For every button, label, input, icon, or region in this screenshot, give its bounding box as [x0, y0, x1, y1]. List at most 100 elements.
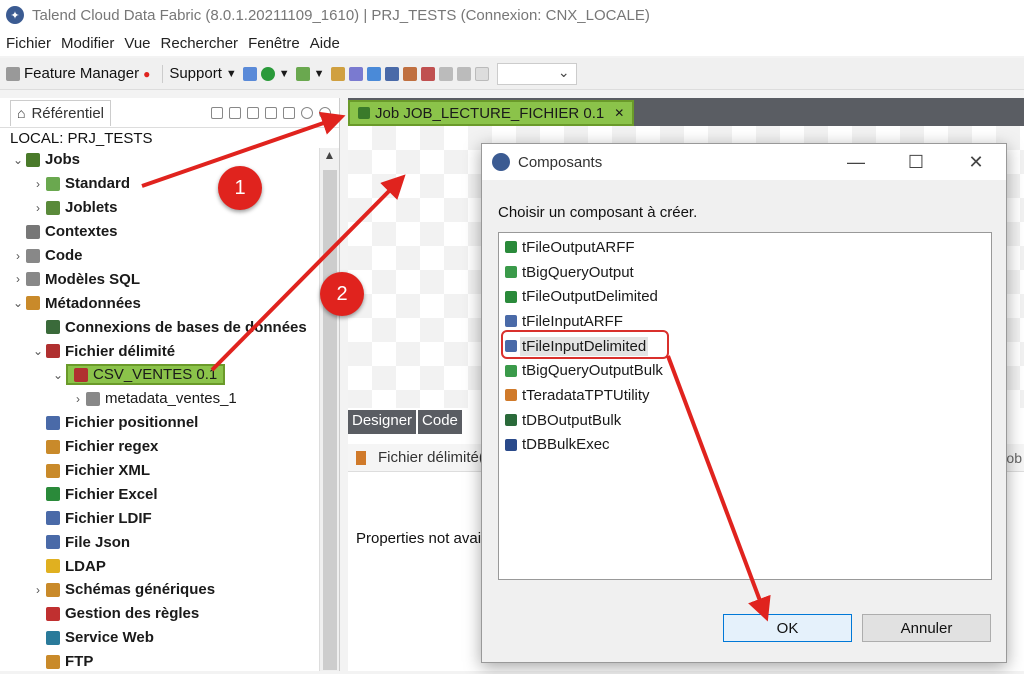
- ldap-icon: [46, 559, 60, 574]
- chevron-right-icon[interactable]: ›: [10, 272, 26, 286]
- minimize-icon[interactable]: —: [826, 152, 886, 173]
- tree-node[interactable]: › Modèles SQL: [0, 267, 318, 291]
- link-icon[interactable]: [229, 106, 241, 119]
- tree-node[interactable]: › Code: [0, 244, 318, 268]
- chevron-right-icon[interactable]: ›: [10, 249, 26, 263]
- chart-icon[interactable]: [366, 66, 381, 81]
- tree-node-label: Connexions de bases de données: [65, 318, 307, 336]
- ok-button[interactable]: OK: [723, 614, 852, 642]
- list-item[interactable]: tDBBulkExec: [499, 433, 991, 458]
- menu-fenetre[interactable]: Fenêtre: [248, 35, 300, 52]
- tree-node[interactable]: › metadata_ventes_1: [0, 387, 318, 411]
- minimize-icon[interactable]: [301, 106, 313, 119]
- tree-node-content: Service Web: [46, 629, 154, 646]
- tree-node-content: Jobs: [26, 151, 80, 168]
- repository-tab[interactable]: ⌂ Référentiel: [10, 99, 112, 126]
- chevron-down-icon[interactable]: ⌄: [10, 153, 26, 167]
- list-item[interactable]: tFileOutputARFF: [499, 235, 991, 260]
- menu-icon[interactable]: [283, 106, 295, 119]
- chevron-down-icon[interactable]: ▼: [314, 68, 325, 80]
- chevron-down-icon[interactable]: ⌄: [50, 368, 66, 382]
- menu-fichier[interactable]: Fichier: [6, 35, 51, 52]
- file-xml-icon: [46, 463, 60, 478]
- save-icon[interactable]: [6, 66, 20, 81]
- chevron-right-icon[interactable]: ›: [30, 583, 46, 597]
- page-icon[interactable]: [474, 66, 489, 81]
- import-icon[interactable]: [402, 66, 417, 81]
- maximize-icon[interactable]: [319, 106, 331, 119]
- list-item[interactable]: tBigQueryOutputBulk: [499, 358, 991, 383]
- export-icon[interactable]: [384, 66, 399, 81]
- list-item[interactable]: tFileOutputDelimited: [499, 284, 991, 309]
- tree-node-content: Modèles SQL: [26, 271, 140, 288]
- menu-rechercher[interactable]: Rechercher: [161, 35, 239, 52]
- tree-node[interactable]: Fichier LDIF: [0, 506, 318, 530]
- collapse-icon[interactable]: [211, 106, 223, 119]
- tree-node[interactable]: Fichier regex: [0, 435, 318, 459]
- tree-node-content: Fichier Excel: [46, 486, 158, 503]
- job-icon[interactable]: [295, 66, 310, 81]
- tree-node[interactable]: File Json: [0, 530, 318, 554]
- repository-tree: ⌄ Jobs › Standard › Joblets Contextes › Code › Mod…: [0, 148, 318, 674]
- tree-node[interactable]: ⌄ Fichier délimité: [0, 339, 318, 363]
- undo-icon[interactable]: [438, 66, 453, 81]
- chevron-right-icon[interactable]: ›: [30, 177, 46, 191]
- chevron-right-icon[interactable]: ›: [70, 392, 86, 406]
- tree-node[interactable]: ⌄ Jobs: [0, 148, 318, 172]
- zoom-combo[interactable]: [496, 62, 577, 85]
- filter-icon[interactable]: [420, 66, 435, 81]
- list-item[interactable]: tBigQueryOutput: [499, 260, 991, 285]
- maximize-icon[interactable]: ☐: [886, 152, 946, 173]
- search-icon[interactable]: [242, 66, 257, 81]
- feature-manager-button[interactable]: Feature Manager: [24, 65, 139, 82]
- support-button[interactable]: Support: [169, 65, 222, 82]
- tree-node[interactable]: › Schémas génériques: [0, 578, 318, 602]
- edit-icon[interactable]: [330, 66, 345, 81]
- menu-aide[interactable]: Aide: [310, 35, 340, 52]
- list-item[interactable]: tDBOutputBulk: [499, 408, 991, 433]
- close-icon[interactable]: ✕: [946, 152, 1006, 173]
- repository-scrollbar[interactable]: ▲: [319, 148, 339, 671]
- list-item[interactable]: tTeradataTPTUtility: [499, 383, 991, 408]
- scrollbar-thumb[interactable]: [323, 170, 337, 670]
- run-icon[interactable]: [260, 66, 275, 81]
- tree-node[interactable]: Contextes: [0, 220, 318, 244]
- tree-node[interactable]: › Joblets: [0, 196, 318, 220]
- tree-node[interactable]: LDAP: [0, 554, 318, 578]
- chevron-down-icon[interactable]: ⌄: [30, 344, 46, 358]
- scroll-up-icon[interactable]: ▲: [320, 148, 339, 168]
- tree-node[interactable]: Fichier XML: [0, 459, 318, 483]
- component-label: tDBOutputBulk: [522, 411, 622, 429]
- chevron-down-icon[interactable]: ▼: [226, 68, 237, 80]
- tree-node[interactable]: Service Web: [0, 626, 318, 650]
- refresh-icon[interactable]: [247, 106, 259, 119]
- list-item[interactable]: tFileInputARFF: [499, 309, 991, 334]
- tree-node[interactable]: › Standard: [0, 172, 318, 196]
- tree-node[interactable]: Fichier positionnel: [0, 411, 318, 435]
- tree-node[interactable]: FTP: [0, 650, 318, 674]
- filter-icon[interactable]: [265, 106, 277, 119]
- tree-node[interactable]: Gestion des règles: [0, 602, 318, 626]
- component-label: tFileOutputARFF: [522, 238, 635, 256]
- chevron-right-icon[interactable]: ›: [30, 201, 46, 215]
- redo-icon[interactable]: [456, 66, 471, 81]
- wrench-icon[interactable]: [348, 66, 363, 81]
- tree-node[interactable]: ⌄ CSV_VENTES 0.1: [0, 363, 318, 387]
- metadata-icon: [26, 296, 40, 311]
- tab-code[interactable]: Code: [418, 410, 462, 434]
- close-icon[interactable]: ✕: [614, 106, 624, 120]
- tree-node[interactable]: Fichier Excel: [0, 482, 318, 506]
- component-label: tFileInputDelimited: [520, 336, 649, 356]
- tree-node[interactable]: ⌄ Métadonnées: [0, 291, 318, 315]
- cancel-button[interactable]: Annuler: [862, 614, 991, 642]
- properties-title: Fichier délimité(: [378, 449, 484, 466]
- list-item[interactable]: tFileInputDelimited: [499, 334, 991, 359]
- menu-vue[interactable]: Vue: [124, 35, 150, 52]
- chevron-down-icon[interactable]: ▼: [279, 68, 290, 80]
- tab-designer[interactable]: Designer: [348, 410, 417, 434]
- chevron-down-icon[interactable]: ⌄: [10, 296, 26, 310]
- job-editor-tab[interactable]: Job JOB_LECTURE_FICHIER 0.1 ✕: [348, 100, 635, 126]
- tree-node-content: Gestion des règles: [46, 605, 199, 622]
- menu-modifier[interactable]: Modifier: [61, 35, 114, 52]
- tree-node[interactable]: Connexions de bases de données: [0, 315, 318, 339]
